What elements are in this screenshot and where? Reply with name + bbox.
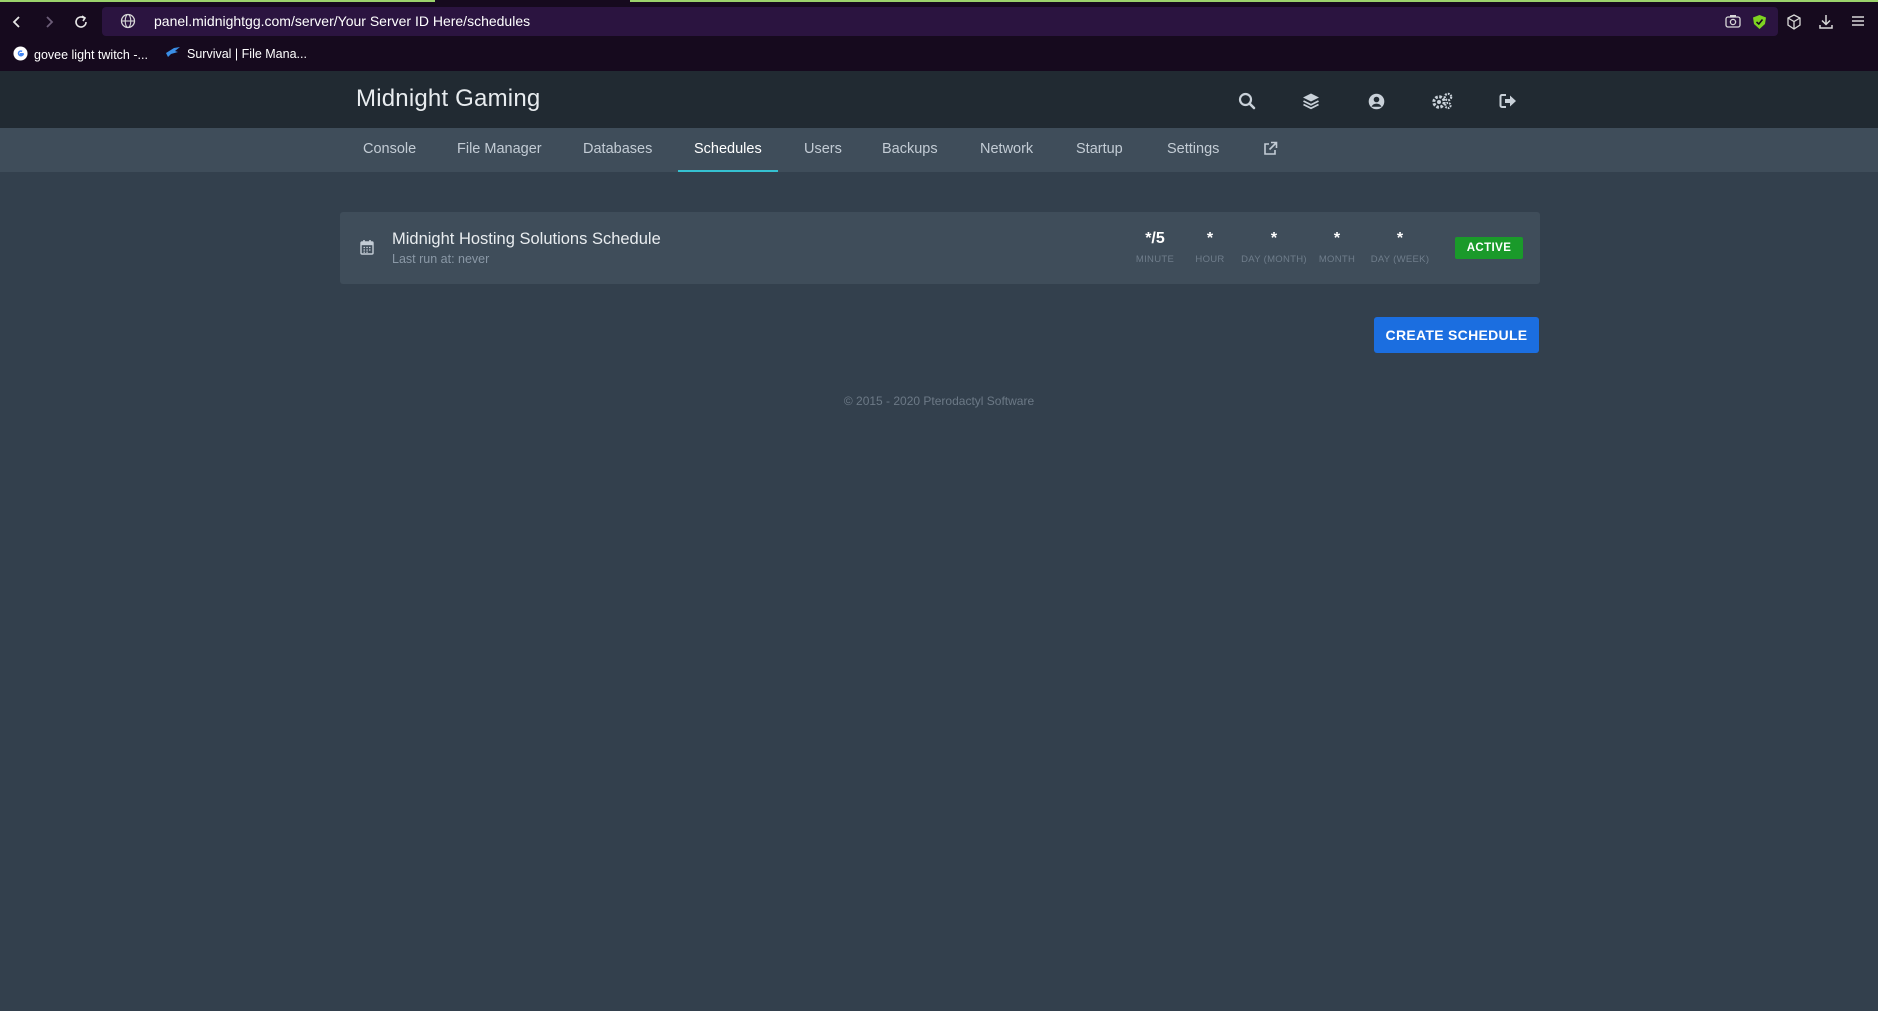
bookmarks-bar: govee light twitch -... Survival | File … bbox=[0, 42, 1878, 70]
tab-console[interactable]: Console bbox=[363, 128, 416, 172]
tab-users[interactable]: Users bbox=[804, 128, 842, 172]
cron-minute-value: */5 bbox=[1145, 230, 1165, 247]
status-badge: ACTIVE bbox=[1455, 237, 1523, 259]
cron-minute-label: MINUTE bbox=[1135, 254, 1175, 265]
bookmark-item[interactable]: govee light twitch -... bbox=[13, 46, 148, 64]
admin-gears-icon[interactable] bbox=[1431, 90, 1453, 112]
app-header: Midnight Gaming bbox=[0, 71, 1878, 128]
menu-icon[interactable] bbox=[1851, 14, 1865, 33]
tab-startup[interactable]: Startup bbox=[1076, 128, 1123, 172]
search-icon[interactable] bbox=[1236, 90, 1258, 112]
shield-icon[interactable] bbox=[1752, 14, 1767, 35]
address-bar[interactable]: panel.midnightgg.com/server/Your Server … bbox=[102, 7, 1778, 36]
pterodactyl-icon bbox=[165, 46, 181, 61]
schedule-last-run: Last run at: never bbox=[392, 252, 490, 266]
reload-icon[interactable] bbox=[70, 11, 92, 33]
layers-icon[interactable] bbox=[1300, 90, 1322, 112]
tab-network[interactable]: Network bbox=[980, 128, 1033, 172]
tab-schedules[interactable]: Schedules bbox=[678, 128, 778, 172]
globe-icon bbox=[120, 13, 136, 34]
google-icon bbox=[13, 46, 28, 64]
download-icon[interactable] bbox=[1818, 14, 1834, 35]
back-icon[interactable] bbox=[6, 11, 28, 33]
bookmark-label: govee light twitch -... bbox=[34, 48, 148, 62]
bookmark-label: Survival | File Mana... bbox=[187, 46, 307, 61]
forward-icon[interactable] bbox=[38, 11, 60, 33]
browser-toolbar: panel.midnightgg.com/server/Your Server … bbox=[0, 2, 1878, 40]
logout-icon[interactable] bbox=[1497, 90, 1519, 112]
tab-file-manager[interactable]: File Manager bbox=[457, 128, 542, 172]
calendar-icon bbox=[360, 239, 374, 260]
browser-chrome: panel.midnightgg.com/server/Your Server … bbox=[0, 0, 1878, 71]
extensions-box-icon[interactable] bbox=[1786, 14, 1802, 35]
create-schedule-button[interactable]: CREATE SCHEDULE bbox=[1374, 317, 1539, 353]
bookmark-item[interactable]: Survival | File Mana... bbox=[165, 46, 307, 61]
cron-day-week: * DAY (WEEK) bbox=[1362, 230, 1438, 265]
brand-title[interactable]: Midnight Gaming bbox=[356, 85, 540, 113]
external-link-icon[interactable] bbox=[1263, 141, 1278, 159]
server-subnav: Console File Manager Databases Schedules… bbox=[0, 128, 1878, 172]
account-icon[interactable] bbox=[1365, 90, 1387, 112]
cron-month-value: * bbox=[1333, 230, 1341, 247]
schedule-row[interactable]: Midnight Hosting Solutions Schedule Last… bbox=[340, 212, 1540, 284]
cron-month: * MONTH bbox=[1307, 230, 1367, 265]
tab-backups[interactable]: Backups bbox=[882, 128, 938, 172]
tab-databases[interactable]: Databases bbox=[583, 128, 652, 172]
tab-settings[interactable]: Settings bbox=[1167, 128, 1219, 172]
cron-minute: */5 MINUTE bbox=[1125, 230, 1185, 265]
footer-copyright: © 2015 - 2020 Pterodactyl Software bbox=[843, 394, 1035, 408]
cron-month-label: MONTH bbox=[1318, 254, 1356, 265]
schedule-name: Midnight Hosting Solutions Schedule bbox=[392, 230, 661, 248]
url-text[interactable]: panel.midnightgg.com/server/Your Server … bbox=[154, 13, 530, 29]
cron-day-week-label: DAY (WEEK) bbox=[1370, 254, 1430, 265]
cron-day-week-value: * bbox=[1396, 230, 1404, 247]
camera-icon[interactable] bbox=[1725, 14, 1741, 33]
